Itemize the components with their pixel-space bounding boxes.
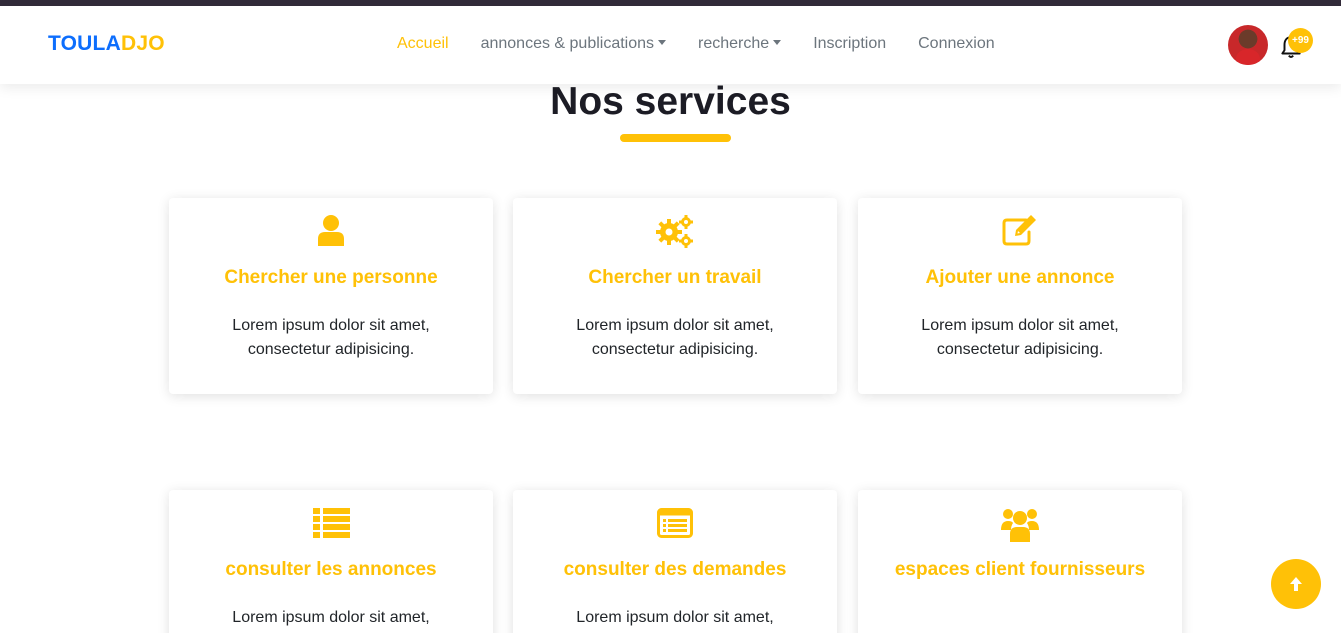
nav-ads-dropdown[interactable]: annonces & publications — [481, 35, 667, 53]
card-title: Chercher un travail — [588, 267, 762, 288]
service-card-view-requests[interactable]: consulter des demandes Lorem ipsum dolor… — [513, 490, 837, 633]
title-underline — [620, 134, 731, 142]
user-icon — [318, 215, 344, 246]
users-icon — [1001, 509, 1039, 542]
avatar[interactable] — [1228, 25, 1268, 65]
card-text: Lorem ipsum dolor sit amet, — [232, 609, 430, 626]
card-text: Lorem ipsum dolor sit amet, consectetur … — [232, 317, 430, 358]
card-title: Chercher une personne — [224, 267, 438, 288]
list-icon — [312, 508, 350, 538]
brand-logo[interactable]: TOULADJO — [48, 32, 165, 56]
nav-login-link[interactable]: Connexion — [918, 35, 995, 53]
newspaper-icon — [657, 508, 693, 538]
scroll-to-top-button[interactable] — [1271, 559, 1321, 609]
gears-icon — [656, 215, 693, 248]
navbar: TOULADJO Accueil annonces & publications… — [0, 6, 1341, 84]
card-title: espaces client fournisseurs — [894, 559, 1146, 580]
card-text: Lorem ipsum dolor sit amet, consectetur … — [576, 317, 774, 358]
card-text: Lorem ipsum dolor sit amet, — [576, 609, 774, 626]
service-card-add-ad[interactable]: Ajouter une annonce Lorem ipsum dolor si… — [858, 198, 1182, 394]
arrow-up-icon — [1290, 577, 1302, 591]
nav-search-dropdown[interactable]: recherche — [698, 35, 782, 53]
service-card-find-job[interactable]: Chercher un travail Lorem ipsum dolor si… — [513, 198, 837, 394]
nav-signup-link[interactable]: Inscription — [813, 35, 886, 53]
card-text: Lorem ipsum dolor sit amet, consectetur … — [921, 317, 1119, 358]
edit-icon — [1002, 215, 1036, 246]
nav-home-link[interactable]: Accueil — [397, 35, 449, 53]
service-card-client-spaces[interactable]: espaces client fournisseurs — [858, 490, 1182, 633]
notification-badge: +99 — [1288, 28, 1313, 53]
caret-down-icon — [658, 40, 667, 45]
card-title: Ajouter une annonce — [925, 267, 1115, 288]
card-title: consulter les annonces — [225, 559, 437, 580]
page-title: Nos services — [550, 80, 791, 123]
service-card-view-ads[interactable]: consulter les annonces Lorem ipsum dolor… — [169, 490, 493, 633]
card-title: consulter des demandes — [563, 559, 787, 580]
caret-down-icon — [773, 40, 782, 45]
nav-links: Accueil annonces & publications recherch… — [397, 35, 1027, 53]
service-card-find-person[interactable]: Chercher une personne Lorem ipsum dolor … — [169, 198, 493, 394]
